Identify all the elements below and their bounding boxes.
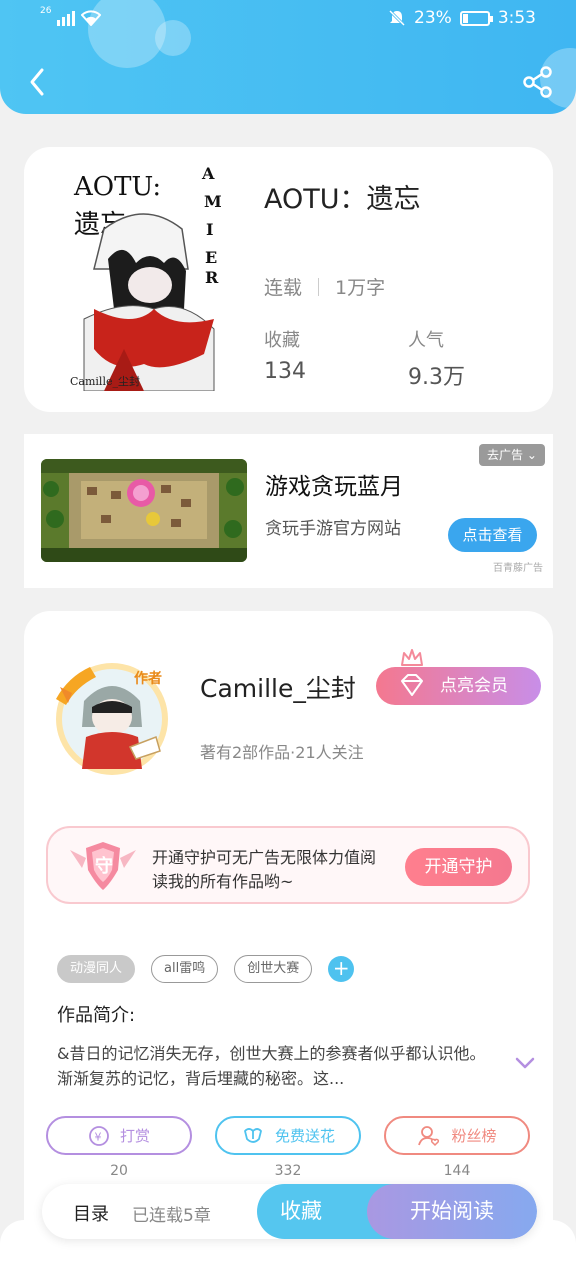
ad-view-button[interactable]: 点击查看 xyxy=(448,518,537,552)
chevron-down-icon: ⌄ xyxy=(526,448,537,462)
tip-count: 20 xyxy=(110,1163,128,1179)
flower-count: 332 xyxy=(274,1163,302,1179)
shield-icon: 守 xyxy=(70,842,136,890)
book-cover[interactable]: AOTU: 遗忘 A M I E R Camille_尘封 xyxy=(64,159,236,391)
toc-button[interactable]: 目录 xyxy=(73,1200,109,1226)
book-status: 连载 xyxy=(264,277,303,299)
svg-text:Camille_尘封: Camille_尘封 xyxy=(70,374,140,388)
favorites-label: 收藏 xyxy=(264,330,300,351)
favorites-count: 134 xyxy=(264,359,306,384)
add-tag-button[interactable]: + xyxy=(328,956,355,982)
cover-illustration: AOTU: 遗忘 A M I E R Camille_尘封 xyxy=(64,159,236,391)
ad-banner[interactable]: 游戏贪玩蓝月 贪玩手游官方网站 点击查看 去广告 ⌄ 百青藤广告 xyxy=(24,434,553,588)
start-reading-button[interactable]: 开始阅读 xyxy=(367,1184,537,1239)
word-count: 1万字 xyxy=(335,277,386,299)
ad-source: 百青藤广告 xyxy=(493,563,543,574)
popularity-label: 人气 xyxy=(408,330,444,351)
divider xyxy=(318,277,320,296)
svg-text:¥: ¥ xyxy=(94,1130,101,1143)
battery-icon xyxy=(459,10,493,26)
ad-title[interactable]: 游戏贪玩蓝月 xyxy=(265,467,403,501)
guard-banner[interactable]: 守 开通守护可无广告无限体力值阅读我的所有作品哟~ 开通守护 xyxy=(46,826,530,904)
serial-status: 已连载5章 xyxy=(132,1206,211,1226)
tag-list: 动漫同人 all雷鸣 创世大赛 + xyxy=(57,955,355,983)
clock: 3:53 xyxy=(497,8,536,28)
svg-text:R: R xyxy=(205,268,219,287)
tag-item[interactable]: all雷鸣 xyxy=(151,955,219,983)
game-screenshot xyxy=(41,459,247,562)
mute-bell-icon xyxy=(388,9,406,27)
fans-count: 144 xyxy=(443,1163,471,1179)
send-flower-button[interactable]: 免费送花 xyxy=(215,1116,361,1155)
header-bar: 26 23% 3:53 xyxy=(0,0,576,114)
author-name[interactable]: Camille_尘封 xyxy=(200,669,356,705)
fans-rank-button[interactable]: 粉丝榜 xyxy=(384,1116,530,1155)
svg-text:守: 守 xyxy=(95,855,113,877)
remove-ad-label: 去广告 xyxy=(487,448,524,462)
guard-button[interactable]: 开通守护 xyxy=(405,848,512,886)
chevron-down-icon[interactable] xyxy=(514,1055,536,1071)
svg-text:E: E xyxy=(205,248,217,267)
flower-icon xyxy=(244,1127,262,1143)
popularity-count: 9.3万 xyxy=(408,365,465,390)
svg-text:作者: 作者 xyxy=(134,670,162,687)
book-info-card: AOTU: 遗忘 A M I E R Camille_尘封 AOTU：遗忘 连载… xyxy=(24,147,553,412)
intro-label: 作品简介: xyxy=(57,1005,136,1026)
diamond-icon xyxy=(401,674,423,696)
guard-text: 开通守护可无广告无限体力值阅读我的所有作品哟~ xyxy=(152,848,377,891)
svg-text:AOTU:: AOTU: xyxy=(73,172,161,202)
book-meta: 连载 1万字 xyxy=(264,273,385,300)
bottom-action-bar: 目录 已连载5章 收藏 开始阅读 xyxy=(42,1184,537,1239)
wifi-icon xyxy=(81,10,102,26)
share-icon[interactable] xyxy=(520,64,556,100)
tag-item[interactable]: 创世大赛 xyxy=(234,955,313,983)
author-card: 作者 Camille_尘封 点亮会员 著有2部作品·21人关注 守 开通守护可无… xyxy=(24,611,553,1280)
yen-icon: ¥ xyxy=(89,1125,109,1146)
send-flower-label: 免费送花 xyxy=(274,1127,335,1145)
back-arrow-icon[interactable] xyxy=(22,64,58,100)
status-bar: 26 23% 3:53 xyxy=(0,6,576,32)
fans-rank-label: 粉丝榜 xyxy=(451,1127,497,1145)
tip-button[interactable]: ¥ 打赏 xyxy=(46,1116,192,1155)
author-avatar[interactable]: 作者 xyxy=(38,647,186,785)
svg-text:M: M xyxy=(204,192,222,211)
book-title: AOTU：遗忘 xyxy=(264,184,421,215)
tag-item[interactable]: 动漫同人 xyxy=(57,955,136,983)
svg-text:A: A xyxy=(201,164,215,183)
avatar-illustration: 作者 xyxy=(56,663,168,775)
signal-icon xyxy=(57,10,76,26)
intro-text[interactable]: &昔日的记忆消失无存，创世大赛上的参赛者似乎都认识他。渐渐复苏的记忆，背后埋藏的… xyxy=(57,1041,497,1091)
ad-subtitle: 贪玩手游官方网站 xyxy=(265,519,401,539)
network-type: 26 xyxy=(40,6,52,16)
fans-icon xyxy=(418,1125,440,1146)
remove-ad-button[interactable]: 去广告 ⌄ xyxy=(479,444,545,466)
author-stats: 著有2部作品·21人关注 xyxy=(200,743,364,762)
crown-icon xyxy=(401,649,423,666)
battery-percent: 23% xyxy=(414,8,452,28)
ad-image[interactable] xyxy=(41,459,247,562)
tip-label: 打赏 xyxy=(119,1127,150,1145)
svg-text:I: I xyxy=(206,220,213,239)
